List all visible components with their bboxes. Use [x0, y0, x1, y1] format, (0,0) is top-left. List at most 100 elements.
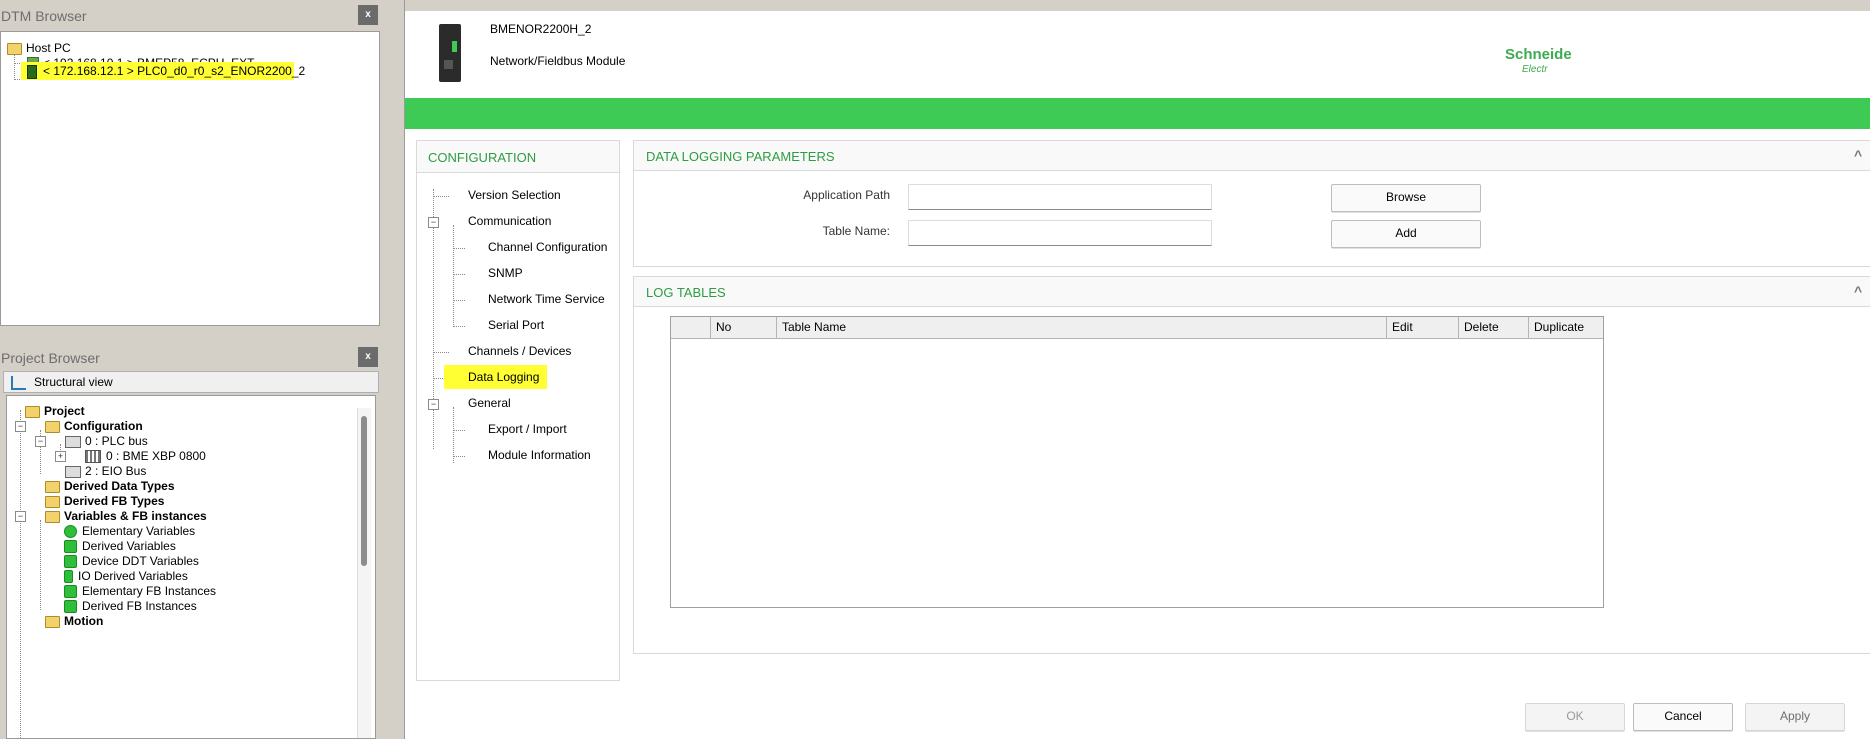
- application-path-input[interactable]: [908, 184, 1212, 210]
- nav-data-logging[interactable]: Data Logging: [468, 368, 539, 386]
- collapse-chevron-icon[interactable]: ^: [1854, 283, 1862, 299]
- tree-configuration[interactable]: Configuration: [45, 418, 143, 434]
- green-banner: [405, 98, 1870, 129]
- tree-derived-fb-instances[interactable]: Derived FB Instances: [64, 598, 197, 614]
- tree-plc-bus-label: 0 : PLC bus: [85, 434, 148, 448]
- column-header-no[interactable]: No: [711, 317, 777, 338]
- folder-icon: [25, 405, 40, 418]
- tree-project[interactable]: Project: [25, 403, 85, 419]
- column-header-delete[interactable]: Delete: [1459, 317, 1529, 338]
- ok-button[interactable]: OK: [1525, 703, 1625, 731]
- column-header-table-name[interactable]: Table Name: [777, 317, 1387, 338]
- folder-icon: [45, 420, 60, 433]
- tree-configuration-label: Configuration: [64, 419, 143, 433]
- tree-connector: [20, 410, 21, 738]
- nav-snmp[interactable]: SNMP: [488, 264, 523, 282]
- tree-elementary-variables-label: Elementary Variables: [82, 524, 196, 538]
- tree-device-ddt-variables[interactable]: Device DDT Variables: [64, 553, 199, 569]
- collapse-communication-icon[interactable]: −: [428, 217, 439, 228]
- tree-derived-fb-instances-label: Derived FB Instances: [82, 599, 197, 613]
- tree-connector: [40, 520, 41, 610]
- column-header-duplicate[interactable]: Duplicate: [1529, 317, 1603, 338]
- tree-elementary-fb-instances-label: Elementary FB Instances: [82, 584, 217, 598]
- cancel-button[interactable]: Cancel: [1633, 703, 1733, 731]
- collapse-plc-bus-icon[interactable]: −: [35, 436, 46, 447]
- log-tables-grid: No Table Name Edit Delete Duplicate: [670, 316, 1604, 608]
- tree-eio-bus[interactable]: 2 : EIO Bus: [65, 463, 146, 479]
- data-logging-parameters-header: DATA LOGGING PARAMETERS ^: [634, 141, 1870, 171]
- dtm-browser-title: DTM Browser: [1, 8, 87, 24]
- variable-icon: [64, 570, 73, 584]
- nav-connector: [433, 196, 449, 197]
- tree-motion[interactable]: Motion: [45, 613, 103, 629]
- structural-view-bar: Structural view: [3, 371, 379, 393]
- tree-io-derived-variables-label: IO Derived Variables: [78, 569, 188, 583]
- log-tables-section: LOG TABLES ^ No Table Name Edit Delete D…: [633, 276, 1870, 654]
- expand-xbp-icon[interactable]: +: [55, 451, 66, 462]
- configuration-nav-header: CONFIGURATION: [417, 141, 619, 173]
- tree-derived-variables[interactable]: Derived Variables: [64, 538, 176, 554]
- tree-elementary-variables[interactable]: Elementary Variables: [64, 523, 195, 539]
- tree-xbp-label: 0 : BME XBP 0800: [106, 449, 206, 463]
- tree-io-derived-variables[interactable]: IO Derived Variables: [64, 568, 188, 584]
- nav-connector: [453, 225, 454, 325]
- nav-channels-devices[interactable]: Channels / Devices: [468, 342, 571, 360]
- nav-version-selection[interactable]: Version Selection: [468, 186, 561, 204]
- collapse-general-icon[interactable]: −: [428, 399, 439, 410]
- module-editor: BMENOR2200H_2 Network/Fieldbus Module Sc…: [404, 0, 1870, 739]
- project-browser-panel: Project Browser x Structural view Projec…: [0, 343, 388, 739]
- project-tree: Project − Configuration − 0 : PLC bus + …: [6, 395, 376, 739]
- nav-export-import[interactable]: Export / Import: [488, 420, 567, 438]
- nav-connector: [453, 407, 454, 463]
- nav-general[interactable]: General: [468, 394, 511, 412]
- collapse-variables-icon[interactable]: −: [15, 511, 26, 522]
- column-header-edit[interactable]: Edit: [1387, 317, 1459, 338]
- log-tables-header: LOG TABLES ^: [634, 277, 1870, 307]
- dtm-browser-panel: DTM Browser x Host PC < 192.168.10.1 > B…: [0, 0, 388, 333]
- nav-connector: [453, 456, 465, 457]
- application-path-label: Application Path: [803, 188, 890, 202]
- scrollbar-thumb[interactable]: [361, 416, 367, 566]
- fb-instance-icon: [64, 585, 77, 599]
- tree-plc-bus[interactable]: 0 : PLC bus: [65, 433, 148, 449]
- tree-project-label: Project: [44, 404, 85, 418]
- browse-button[interactable]: Browse: [1331, 184, 1481, 212]
- collapse-configuration-icon[interactable]: −: [15, 421, 26, 432]
- rack-icon: [85, 450, 101, 464]
- nav-channel-configuration[interactable]: Channel Configuration: [488, 238, 607, 256]
- nav-communication[interactable]: Communication: [468, 212, 551, 230]
- module-type: Network/Fieldbus Module: [490, 54, 626, 68]
- add-button[interactable]: Add: [1331, 220, 1481, 248]
- dtm-host-pc[interactable]: Host PC: [7, 40, 71, 56]
- table-name-input[interactable]: [908, 220, 1212, 246]
- table-name-label: Table Name:: [822, 224, 890, 238]
- project-browser-close-button[interactable]: x: [358, 347, 378, 367]
- editor-top-border: [405, 0, 1870, 11]
- variable-icon: [64, 525, 77, 539]
- column-header-select[interactable]: [671, 317, 711, 338]
- tree-variables-fb-label: Variables & FB instances: [64, 509, 207, 523]
- tree-derived-data-types[interactable]: Derived Data Types: [45, 478, 175, 494]
- tree-xbp[interactable]: 0 : BME XBP 0800: [85, 448, 206, 464]
- configuration-nav: CONFIGURATION Version Selection − Commun…: [416, 140, 620, 681]
- tree-elementary-fb-instances[interactable]: Elementary FB Instances: [64, 583, 216, 599]
- module-port-icon: [444, 60, 453, 69]
- structural-view-label: Structural view: [34, 375, 113, 389]
- dtm-browser-tree: Host PC < 192.168.10.1 > BMEP58_ECPU_EXT…: [0, 31, 380, 326]
- brand-logo-line1: Schneide: [1505, 46, 1572, 63]
- module-device-icon: [27, 64, 37, 79]
- collapse-chevron-icon[interactable]: ^: [1854, 147, 1862, 163]
- apply-button[interactable]: Apply: [1745, 703, 1845, 731]
- project-tree-scrollbar[interactable]: [357, 408, 371, 738]
- fb-instance-icon: [64, 600, 77, 614]
- folder-icon: [45, 615, 60, 628]
- dtm-browser-close-button[interactable]: x: [358, 5, 378, 25]
- folder-icon: [45, 495, 60, 508]
- nav-module-information[interactable]: Module Information: [488, 446, 591, 464]
- tree-derived-fb-types[interactable]: Derived FB Types: [45, 493, 164, 509]
- tree-variables-fb[interactable]: Variables & FB instances: [45, 508, 207, 524]
- nav-serial-port[interactable]: Serial Port: [488, 316, 544, 334]
- nav-network-time-service[interactable]: Network Time Service: [488, 290, 605, 308]
- nav-connector: [453, 300, 465, 301]
- dtm-item-enor2200[interactable]: < 172.168.12.1 > PLC0_d0_r0_s2_ENOR2200_…: [27, 63, 305, 79]
